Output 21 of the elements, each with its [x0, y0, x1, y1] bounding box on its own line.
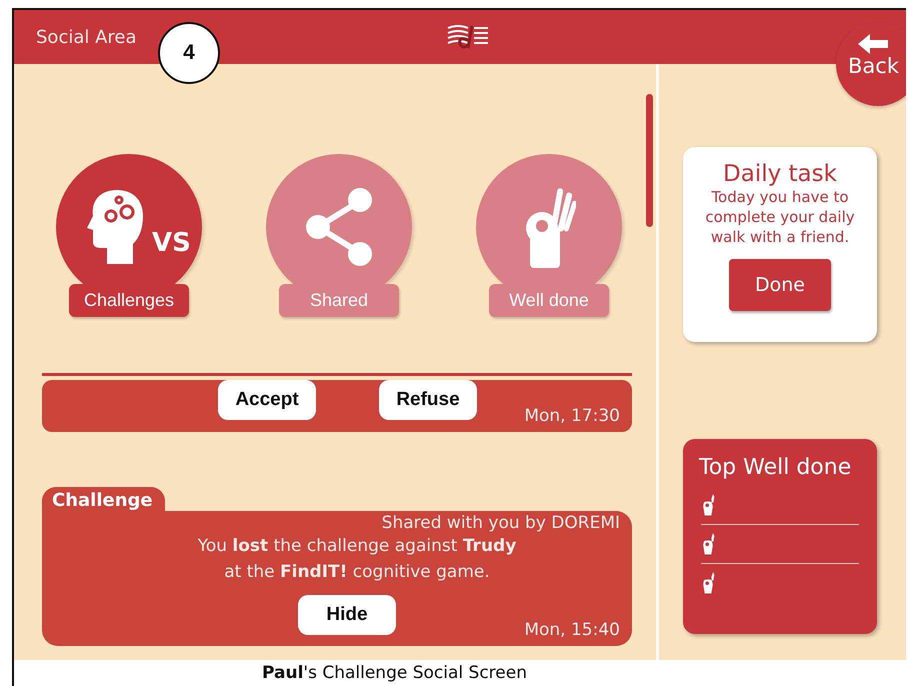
ok-hand-icon [701, 533, 715, 555]
action-button[interactable]: Accept [218, 380, 316, 420]
challenge-result-text: You lost the challenge against Trudy [198, 535, 516, 558]
card-title: Top Well done [699, 455, 852, 480]
message-time: Mon, 17:30 [524, 406, 620, 426]
share-icon [304, 187, 374, 267]
done-button[interactable]: Done [729, 259, 831, 311]
hide-button[interactable]: Hide [298, 595, 396, 635]
vs-label: VS [152, 228, 191, 258]
card-title: Daily task [723, 161, 837, 187]
action-button[interactable]: Refuse [379, 380, 477, 420]
section-title: Social Area [36, 26, 137, 48]
left-arrow-icon [858, 34, 888, 54]
task-description: Today you have to complete your daily walk with a friend. [704, 187, 856, 247]
ok-hand-icon [701, 572, 715, 594]
message-time: Mon, 15:40 [524, 620, 620, 640]
ok-hand-icon [701, 494, 715, 516]
logo-icon [446, 22, 490, 50]
challenge-result-text: at the FindIT! cognitive game. [224, 561, 490, 584]
scrollbar-thumb[interactable] [646, 94, 653, 227]
shared-by-text: Shared with you by DOREMI [382, 513, 620, 533]
